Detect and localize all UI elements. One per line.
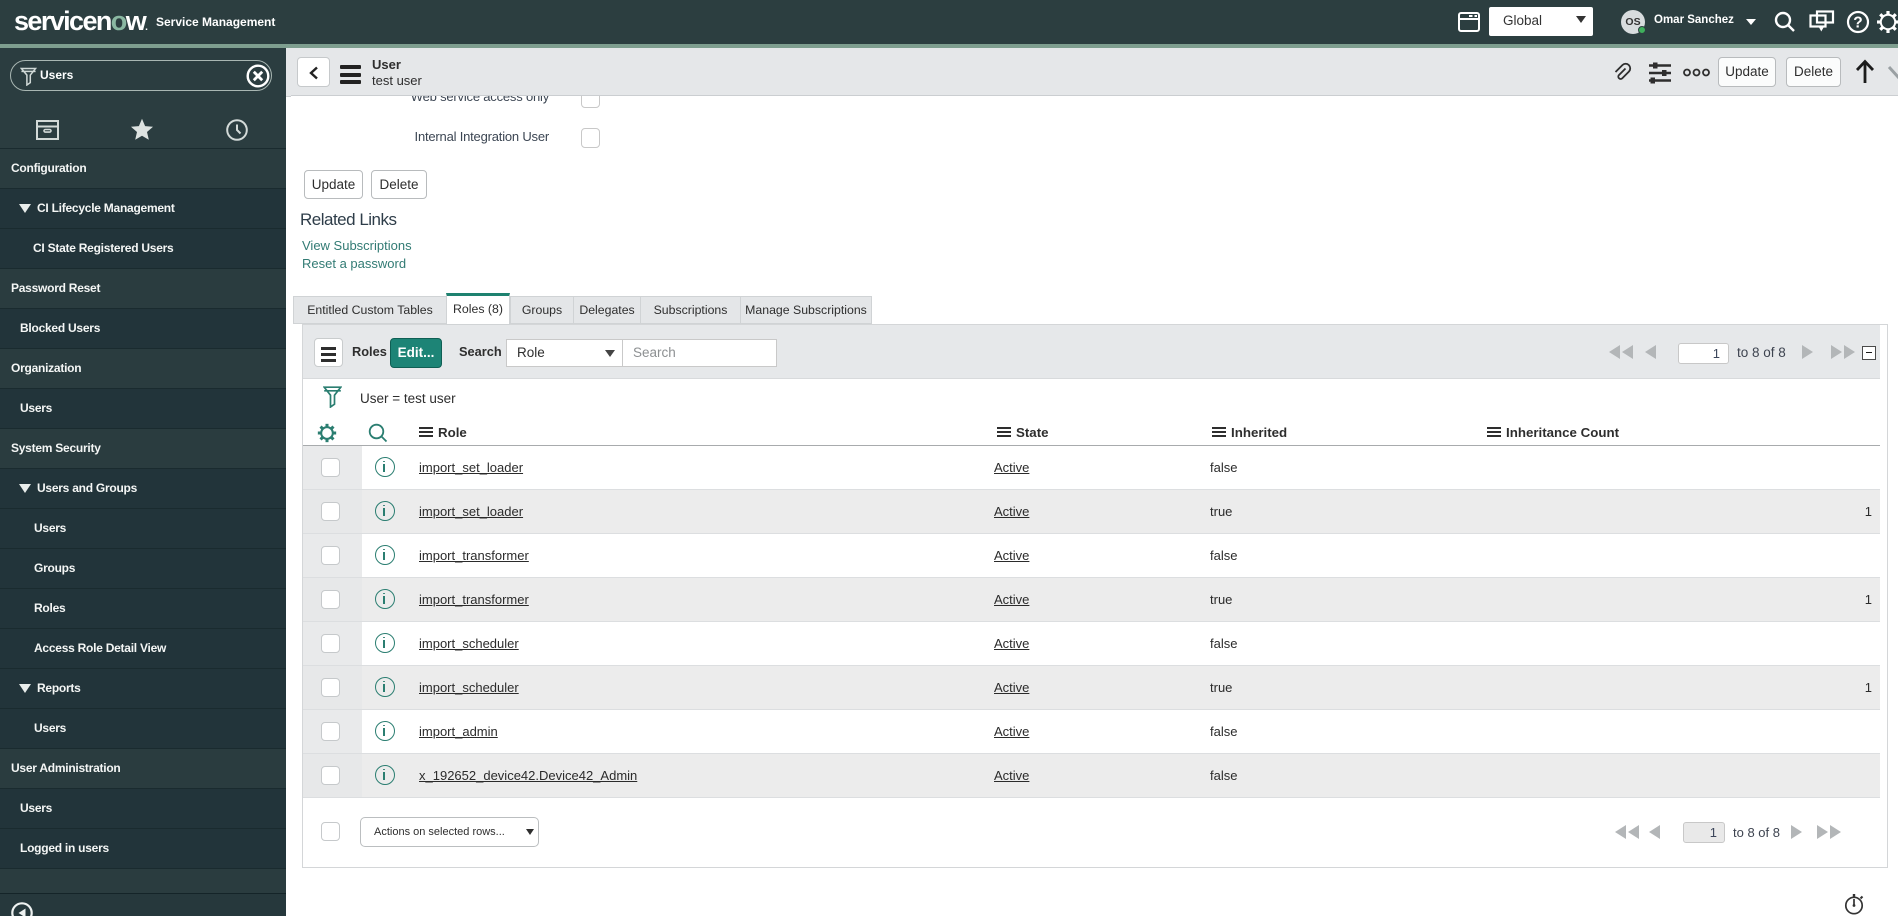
svg-text:?: ? — [1853, 15, 1862, 32]
